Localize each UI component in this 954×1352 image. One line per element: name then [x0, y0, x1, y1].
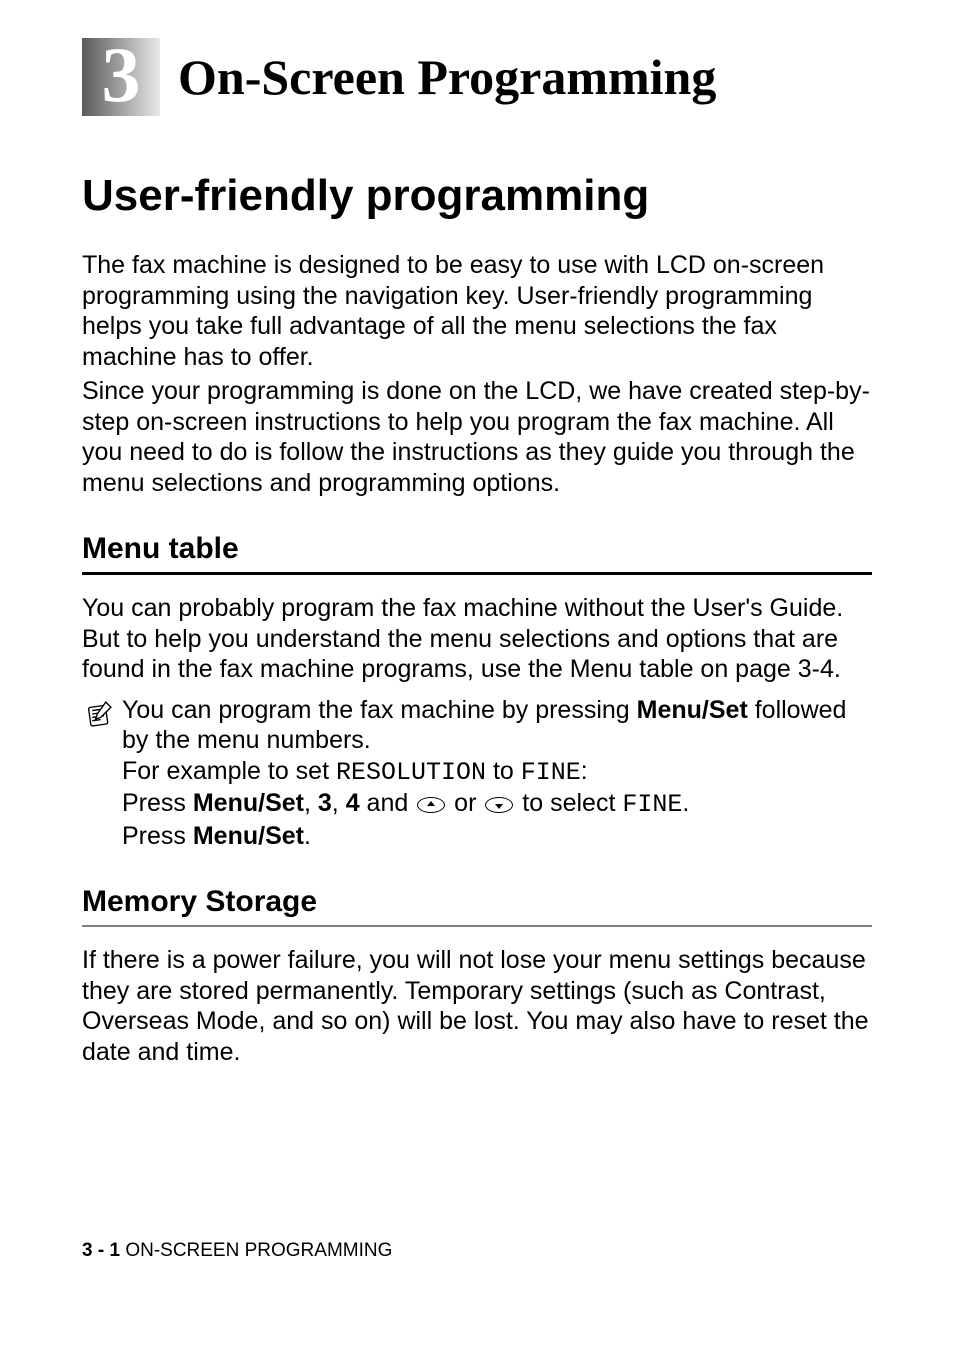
heading-rule	[82, 572, 872, 575]
note-text: to	[486, 757, 521, 785]
heading-rule	[82, 925, 872, 927]
note-block: You can program the fax machine by press…	[82, 695, 872, 852]
note-text: You can program the fax machine by press…	[122, 696, 637, 724]
page: 3 On-Screen Programming User-friendly pr…	[0, 0, 954, 1352]
subheading-menu-table: Menu table	[82, 532, 872, 566]
chapter-title: On-Screen Programming	[178, 51, 716, 104]
page-footer: 3 - 1 ON-SCREEN PROGRAMMING	[82, 1240, 392, 1262]
fine-label: FINE	[521, 758, 581, 787]
note-line-1: You can program the fax machine by press…	[122, 695, 872, 756]
note-line-4: Press Menu/Set.	[122, 821, 872, 852]
note-icon	[82, 697, 122, 736]
nav-down-icon	[485, 797, 513, 813]
note-text: .	[682, 789, 689, 817]
key-3-label: 3	[318, 789, 332, 817]
footer-section: ON-SCREEN PROGRAMMING	[125, 1240, 392, 1261]
section-heading-user-friendly: User-friendly programming	[82, 172, 872, 220]
note-text: or	[447, 789, 483, 817]
note-text: Press	[122, 789, 193, 817]
intro-paragraph-2: Since your programming is done on the LC…	[82, 376, 872, 498]
note-text: ,	[304, 789, 318, 817]
note-line-3: Press Menu/Set, 3, 4 and or to select FI…	[122, 788, 872, 821]
note-text: and	[360, 789, 416, 817]
chapter-number: 3	[102, 36, 141, 114]
subheading-memory-storage: Memory Storage	[82, 885, 872, 919]
key-4-label: 4	[346, 789, 360, 817]
note-text: Press	[122, 822, 193, 850]
note-text: to select	[515, 789, 622, 817]
resolution-label: RESOLUTION	[336, 758, 486, 787]
fine-label: FINE	[622, 790, 682, 819]
nav-up-icon	[417, 797, 445, 813]
note-body: You can program the fax machine by press…	[122, 695, 872, 852]
menu-set-label: Menu/Set	[193, 789, 304, 817]
note-text: ,	[332, 789, 346, 817]
intro-paragraph-1: The fax machine is designed to be easy t…	[82, 250, 872, 372]
note-text: :	[581, 757, 588, 785]
chapter-header: 3 On-Screen Programming	[82, 38, 872, 116]
chapter-badge: 3	[82, 38, 160, 116]
page-number: 3 - 1	[82, 1240, 120, 1261]
memory-storage-paragraph: If there is a power failure, you will no…	[82, 945, 872, 1067]
menu-table-paragraph: You can probably program the fax machine…	[82, 593, 872, 685]
note-text: For example to set	[122, 757, 336, 785]
note-text: .	[304, 822, 311, 850]
menu-set-label: Menu/Set	[637, 696, 748, 724]
note-line-2: For example to set RESOLUTION to FINE:	[122, 756, 872, 789]
menu-set-label: Menu/Set	[193, 822, 304, 850]
